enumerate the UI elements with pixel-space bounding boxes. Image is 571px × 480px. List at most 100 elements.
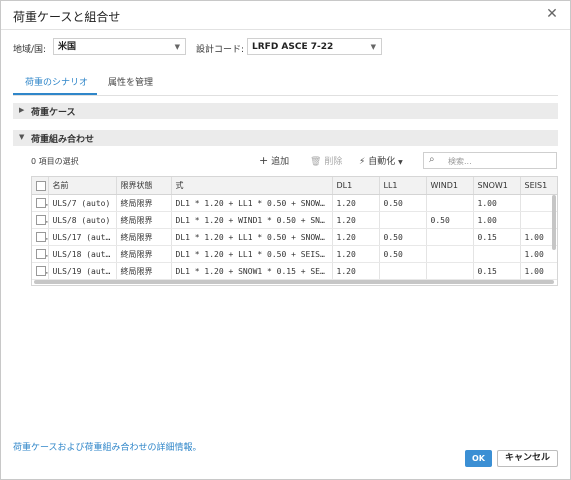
cell-dl1[interactable]: 1.20 [332, 211, 380, 229]
add-button[interactable]: + 追加 [259, 154, 289, 167]
dialog-title: 荷重ケースと組合せ [13, 10, 121, 24]
load-combos-section-title: 荷重組み合わせ [31, 135, 95, 145]
active-tab-indicator [13, 93, 97, 95]
col-header-wind1[interactable]: WIND1 [426, 177, 474, 195]
delete-label: 削除 [324, 157, 343, 167]
details-link[interactable]: 荷重ケースおよび荷重組み合わせの詳細情報。 [13, 440, 202, 453]
cell-formula: DL1 * 1.20 + WIND1 * 0.50 + SNOW1 * 1.60 [171, 211, 333, 229]
add-label: 追加 [271, 157, 290, 167]
region-label: 地域/国: [13, 45, 47, 55]
cell-formula: DL1 * 1.20 + LL1 * 0.50 + SEIS1 * 1.00 [171, 245, 333, 263]
table-row[interactable]: ULS/7 (auto) 終局限界 DL1 * 1.20 + LL1 * 0.5… [32, 194, 557, 212]
col-header-snow1[interactable]: SNOW1 [473, 177, 521, 195]
tab-bar: 荷重のシナリオ 属性を管理 [13, 69, 558, 96]
cell-name: ULS/7 (auto) [48, 194, 117, 212]
row-checkbox[interactable] [32, 245, 49, 263]
cell-ll1[interactable]: 0.50 [379, 228, 427, 246]
search-icon: ⌕ [429, 154, 435, 165]
col-header-seis1[interactable]: SEIS1 [520, 177, 557, 195]
cell-dl1[interactable]: 1.20 [332, 228, 380, 246]
design-code-value: LRFD ASCE 7-22 [252, 42, 334, 52]
cell-seis1[interactable]: 1.00 [520, 262, 557, 280]
cell-wind1[interactable] [426, 194, 474, 212]
cell-snow1[interactable]: 0.15 [473, 228, 521, 246]
col-header-limit-state[interactable]: 限界状態 [116, 177, 172, 195]
cell-limit-state: 終局限界 [116, 194, 172, 212]
chevron-down-icon: ▼ [19, 133, 25, 141]
cell-wind1[interactable]: 0.50 [426, 211, 474, 229]
cell-ll1[interactable] [379, 211, 427, 229]
cell-formula: DL1 * 1.20 + LL1 * 0.50 + SNOW1 * 0.15 [171, 228, 333, 246]
settings-row: 地域/国: 米国 ▼ 設計コード: LRFD ASCE 7-22 ▼ [1, 38, 570, 58]
row-checkbox[interactable] [32, 194, 49, 212]
design-code-select[interactable]: LRFD ASCE 7-22 ▼ [247, 38, 382, 55]
tab-load-scenarios[interactable]: 荷重のシナリオ [25, 75, 88, 88]
grid-header-row: 名前 限界状態 式 DL1 LL1 WIND1 SNOW1 SEIS1 [32, 177, 557, 195]
cell-name: ULS/17 (auto) [48, 228, 117, 246]
region-value: 米国 [58, 42, 77, 52]
cell-formula: DL1 * 1.20 + LL1 * 0.50 + SNOW1 * 1.60 [171, 194, 333, 212]
close-icon[interactable]: ✕ [544, 6, 560, 22]
horizontal-scrollbar[interactable] [34, 280, 554, 284]
cell-dl1[interactable]: 1.20 [332, 194, 380, 212]
dialog-titlebar: 荷重ケースと組合せ ✕ [1, 1, 570, 30]
chevron-down-icon: ▼ [370, 43, 376, 51]
row-checkbox[interactable] [32, 211, 49, 229]
combos-toolbar: 0 項目の選択 + 追加 🗑 削除 ⚡ 自動化 ▼ ⌕ 検索... [1, 151, 570, 171]
table-row[interactable]: ULS/17 (auto) 終局限界 DL1 * 1.20 + LL1 * 0.… [32, 228, 557, 246]
lightning-icon: ⚡ [359, 157, 366, 167]
cell-name: ULS/18 (auto) [48, 245, 117, 263]
col-header-dl1[interactable]: DL1 [332, 177, 380, 195]
load-combos-grid: 名前 限界状態 式 DL1 LL1 WIND1 SNOW1 SEIS1 ULS/… [31, 176, 558, 286]
cell-ll1[interactable]: 0.50 [379, 194, 427, 212]
selection-count: 0 項目の選択 [31, 157, 79, 166]
row-checkbox[interactable] [32, 228, 49, 246]
table-row[interactable]: ULS/19 (auto) 終局限界 DL1 * 1.20 + SNOW1 * … [32, 262, 557, 280]
cell-limit-state: 終局限界 [116, 262, 172, 280]
cell-formula: DL1 * 1.20 + SNOW1 * 0.15 + SEIS1 * 1.00 [171, 262, 333, 280]
load-cases-section-header[interactable]: ▶ 荷重ケース [13, 103, 558, 119]
chevron-down-icon: ▼ [174, 43, 180, 51]
load-cases-dialog: 荷重ケースと組合せ ✕ 地域/国: 米国 ▼ 設計コード: LRFD ASCE … [0, 0, 571, 480]
automate-button[interactable]: ⚡ 自動化 ▼ [359, 154, 403, 167]
cell-name: ULS/19 (auto) [48, 262, 117, 280]
cell-snow1[interactable]: 1.00 [473, 194, 521, 212]
automate-label: 自動化 [368, 157, 396, 167]
col-header-name[interactable]: 名前 [48, 177, 117, 195]
load-cases-section-title: 荷重ケース [31, 108, 76, 118]
cancel-button[interactable]: キャンセル [497, 450, 558, 467]
ok-button[interactable]: OK [465, 450, 492, 467]
table-row[interactable]: ULS/8 (auto) 終局限界 DL1 * 1.20 + WIND1 * 0… [32, 211, 557, 229]
search-input[interactable]: ⌕ 検索... [423, 152, 557, 169]
cell-snow1[interactable]: 0.15 [473, 262, 521, 280]
col-header-formula[interactable]: 式 [171, 177, 333, 195]
cell-limit-state: 終局限界 [116, 211, 172, 229]
trash-icon: 🗑 [310, 157, 322, 167]
code-label: 設計コード: [196, 45, 245, 55]
tab-manage-attributes[interactable]: 属性を管理 [108, 75, 153, 88]
col-header-ll1[interactable]: LL1 [379, 177, 427, 195]
cell-dl1[interactable]: 1.20 [332, 245, 380, 263]
row-checkbox[interactable] [32, 262, 49, 280]
cell-ll1[interactable]: 0.50 [379, 245, 427, 263]
search-placeholder: 検索... [448, 157, 472, 166]
cell-snow1[interactable] [473, 245, 521, 263]
cell-limit-state: 終局限界 [116, 228, 172, 246]
cell-ll1[interactable] [379, 262, 427, 280]
cell-wind1[interactable] [426, 262, 474, 280]
delete-button[interactable]: 🗑 削除 [310, 154, 342, 167]
cell-name: ULS/8 (auto) [48, 211, 117, 229]
cell-wind1[interactable] [426, 228, 474, 246]
cell-limit-state: 終局限界 [116, 245, 172, 263]
cell-wind1[interactable] [426, 245, 474, 263]
region-select[interactable]: 米国 ▼ [53, 38, 186, 55]
vertical-scrollbar[interactable] [552, 195, 556, 250]
select-all-checkbox[interactable] [32, 177, 49, 195]
cell-snow1[interactable]: 1.00 [473, 211, 521, 229]
chevron-down-icon: ▼ [398, 159, 403, 166]
load-combos-section-header[interactable]: ▼ 荷重組み合わせ [13, 130, 558, 146]
plus-icon: + [259, 154, 269, 167]
cell-dl1[interactable]: 1.20 [332, 262, 380, 280]
chevron-right-icon: ▶ [19, 106, 25, 114]
table-row[interactable]: ULS/18 (auto) 終局限界 DL1 * 1.20 + LL1 * 0.… [32, 245, 557, 263]
